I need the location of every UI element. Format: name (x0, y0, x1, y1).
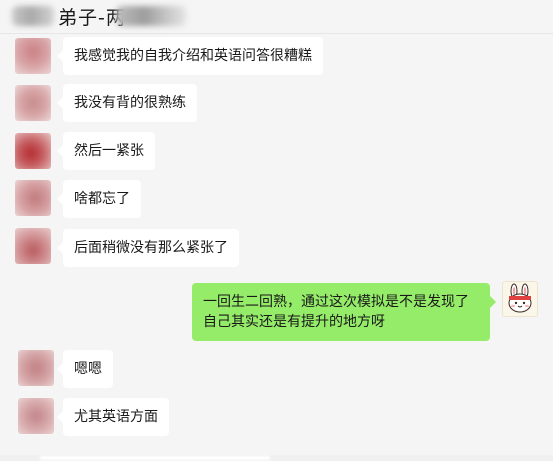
message-text: 我感觉我的自我介绍和英语问答很糟糕 (74, 48, 312, 64)
rabbit-sticker-icon (508, 283, 532, 313)
contact-avatar[interactable] (15, 85, 51, 121)
message-bubble-incoming[interactable]: 后面稍微没有那么紧张了 (57, 229, 239, 267)
contact-avatar[interactable] (18, 350, 54, 386)
contact-avatar[interactable] (15, 180, 51, 216)
partial-bubble (40, 456, 270, 460)
next-message-edge (0, 455, 553, 461)
contact-avatar[interactable] (15, 38, 51, 74)
message-text: 嗯嗯 (74, 361, 102, 377)
message-text: 啥都忘了 (74, 191, 130, 207)
chat-title-bar: 弟子-两 (0, 0, 553, 33)
message-bubble-incoming[interactable]: 我感觉我的自我介绍和英语问答很糟糕 (57, 37, 323, 75)
contact-avatar[interactable] (18, 398, 54, 434)
message-text: 然后一紧张 (74, 143, 144, 159)
contact-avatar[interactable] (15, 133, 51, 169)
title-divider (0, 33, 553, 34)
message-text: 后面稍微没有那么紧张了 (74, 240, 228, 256)
contact-avatar[interactable] (15, 228, 51, 264)
message-bubble-incoming[interactable]: 啥都忘了 (57, 180, 141, 218)
user-avatar[interactable] (502, 281, 538, 317)
message-bubble-incoming[interactable]: 然后一紧张 (57, 132, 155, 170)
blurred-title-prefix (12, 6, 54, 26)
blurred-title-suffix (116, 6, 186, 26)
message-bubble-outgoing[interactable]: 一回生二回熟，通过这次模拟是不是发现了自己其实还是有提升的地方呀 (192, 283, 496, 341)
message-text: 尤其英语方面 (74, 409, 158, 425)
message-text: 一回生二回熟，通过这次模拟是不是发现了自己其实还是有提升的地方呀 (203, 294, 469, 330)
message-bubble-incoming[interactable]: 我没有背的很熟练 (57, 84, 197, 122)
message-bubble-incoming[interactable]: 尤其英语方面 (57, 398, 169, 436)
message-text: 我没有背的很熟练 (74, 95, 186, 111)
message-bubble-incoming[interactable]: 嗯嗯 (57, 350, 113, 388)
